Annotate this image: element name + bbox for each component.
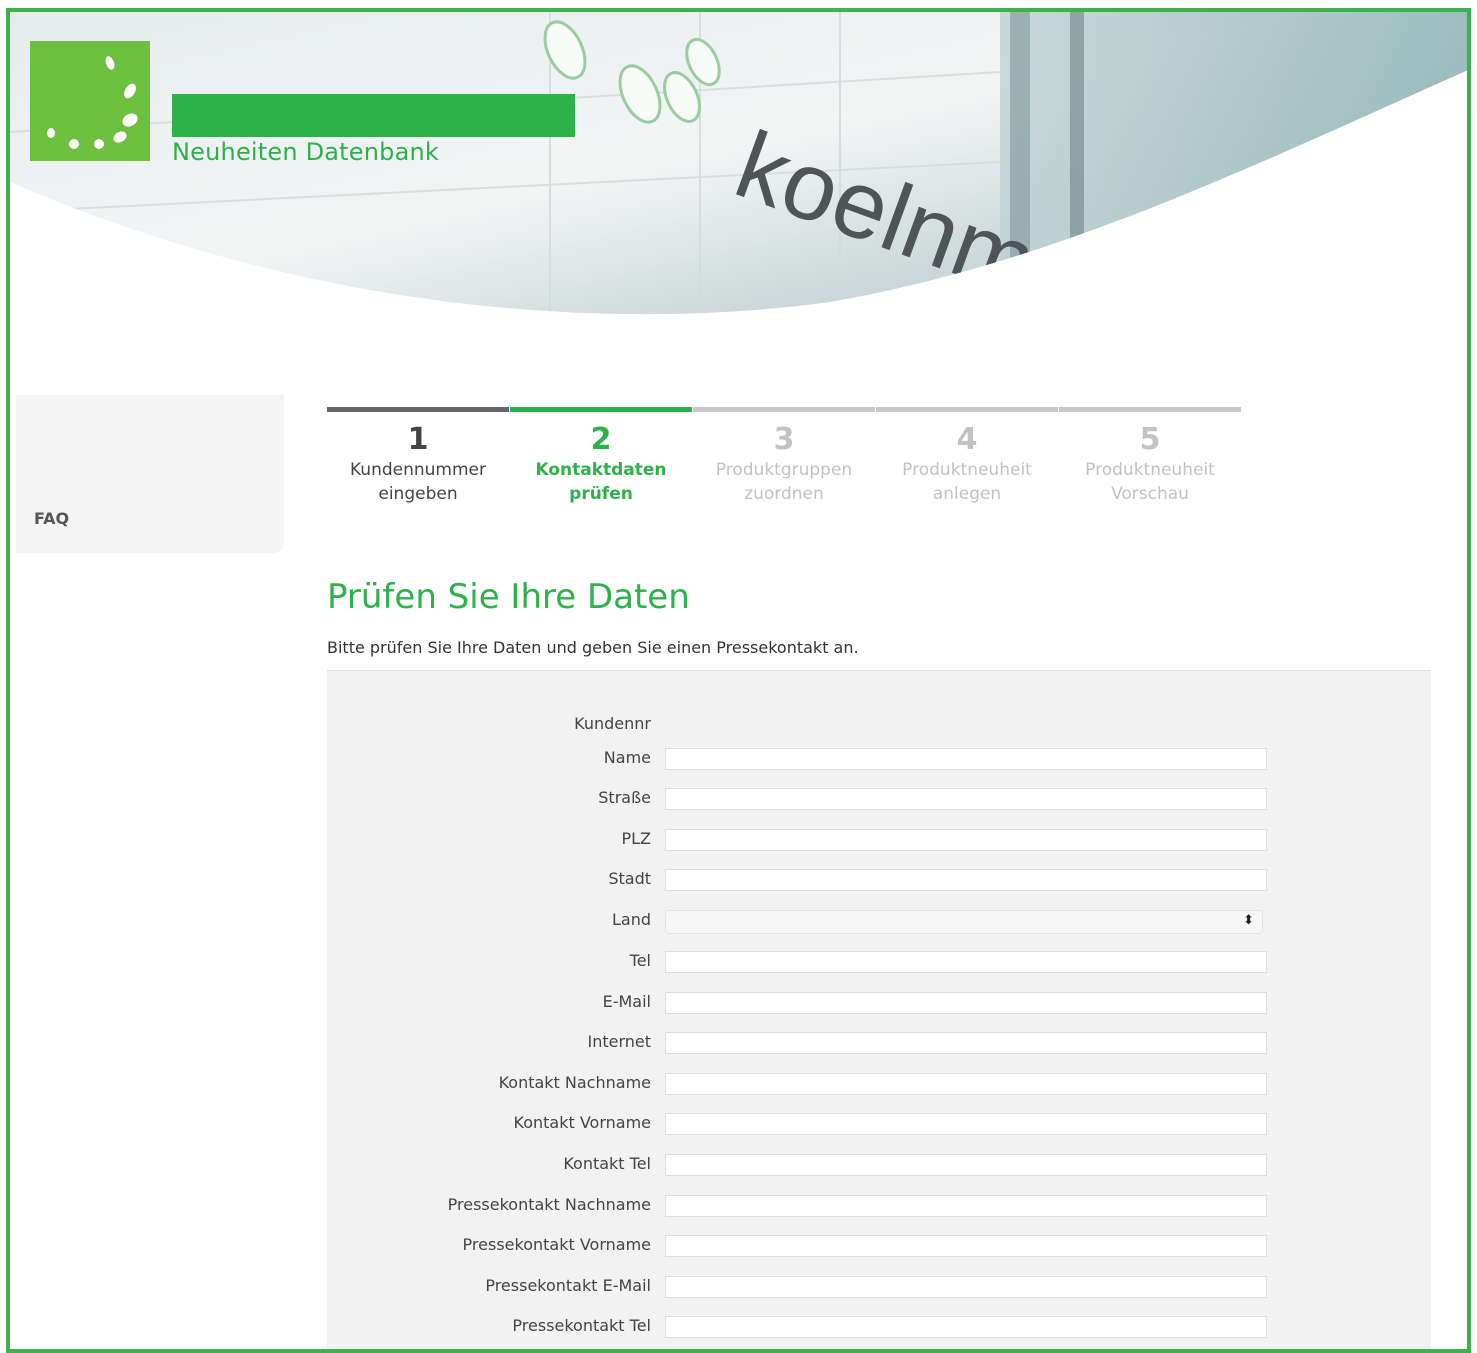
step-label-line1: Kundennummer <box>350 460 486 480</box>
header-photo: koelnmesse <box>10 12 1467 315</box>
step-3: 3 Produktgruppen zuordnen <box>693 407 875 506</box>
step-label-line2: Vorschau <box>1111 484 1189 504</box>
step-number: 3 <box>773 422 795 457</box>
name-label: Name <box>603 748 651 767</box>
site-subtitle: Neuheiten Datenbank <box>172 138 440 166</box>
kundennr-label: Kundennr <box>574 714 651 733</box>
step-1: 1 Kundennummer eingeben <box>327 407 509 506</box>
step-number: 5 <box>1139 422 1161 457</box>
land-select[interactable]: ⬍ <box>665 910 1263 934</box>
land-label: Land <box>611 910 651 929</box>
pressekontakt-tel-input[interactable] <box>665 1316 1267 1338</box>
step-label-line1: Produktneuheit <box>1085 460 1215 480</box>
kontakt-nachname-label: Kontakt Nachname <box>498 1073 651 1092</box>
kontakt-vorname-label: Kontakt Vorname <box>513 1113 652 1132</box>
plz-label: PLZ <box>621 829 651 848</box>
step-label-line1: Produktneuheit <box>902 460 1032 480</box>
step-number: 4 <box>956 422 978 457</box>
contact-form: Kundennr Name Straße PLZ Stadt Land ⬍ Te… <box>327 670 1431 1349</box>
logo-dots-icon <box>47 56 138 149</box>
stadt-input[interactable] <box>665 869 1267 891</box>
internet-label: Internet <box>587 1032 651 1051</box>
pressekontakt-nachname-label: Pressekontakt Nachname <box>447 1195 651 1214</box>
email-input[interactable] <box>665 992 1267 1014</box>
kontakt-nachname-input[interactable] <box>665 1073 1267 1095</box>
step-label-line1: Kontaktdaten <box>535 460 667 480</box>
sidebar-box <box>16 395 284 553</box>
logo <box>30 41 150 161</box>
pressekontakt-email-label: Pressekontakt E-Mail <box>485 1276 651 1295</box>
pressekontakt-nachname-input[interactable] <box>665 1195 1267 1217</box>
step-label-line2: zuordnen <box>744 484 824 504</box>
stadt-label: Stadt <box>608 869 651 888</box>
kontakt-tel-input[interactable] <box>665 1154 1267 1176</box>
step-progress-bar <box>693 407 875 412</box>
pressekontakt-vorname-label: Pressekontakt Vorname <box>462 1235 651 1254</box>
step-progress-bar <box>876 407 1058 412</box>
step-5: 5 Produktneuheit Vorschau <box>1059 407 1241 506</box>
pressekontakt-tel-label: Pressekontakt Tel <box>512 1316 651 1335</box>
page-intro: Bitte prüfen Sie Ihre Daten und geben Si… <box>327 638 859 657</box>
pressekontakt-vorname-input[interactable] <box>665 1235 1267 1257</box>
faq-link[interactable]: FAQ <box>34 509 69 528</box>
plz-input[interactable] <box>665 829 1267 851</box>
email-label: E-Mail <box>602 992 651 1011</box>
step-2: 2 Kontaktdaten prüfen <box>510 407 692 506</box>
step-progress-bar <box>510 407 692 412</box>
step-progress-bar <box>1059 407 1241 412</box>
header-banner: koelnmesse <box>10 12 1467 342</box>
strasse-label: Straße <box>598 788 651 807</box>
strasse-input[interactable] <box>665 788 1267 810</box>
step-number: 1 <box>407 422 429 457</box>
kontakt-vorname-input[interactable] <box>665 1113 1267 1135</box>
page-frame: koelnmesse Neuheiten Datenbank FAQ 1 Kun… <box>6 8 1471 1353</box>
step-label-line2: eingeben <box>378 484 458 504</box>
step-label-line2: anlegen <box>932 484 1002 504</box>
step-4: 4 Produktneuheit anlegen <box>876 407 1058 506</box>
title-bar <box>172 94 575 137</box>
step-number: 2 <box>590 422 612 457</box>
internet-input[interactable] <box>665 1032 1267 1054</box>
step-label-line1: Produktgruppen <box>715 460 853 480</box>
select-updown-icon: ⬍ <box>1243 913 1254 928</box>
tel-input[interactable] <box>665 951 1267 973</box>
step-progress-bar <box>327 407 509 412</box>
name-input[interactable] <box>665 748 1267 770</box>
kontakt-tel-label: Kontakt Tel <box>563 1154 651 1173</box>
step-label-line2: prüfen <box>569 484 633 504</box>
page-title: Prüfen Sie Ihre Daten <box>327 577 690 617</box>
tel-label: Tel <box>629 951 651 970</box>
pressekontakt-email-input[interactable] <box>665 1276 1267 1298</box>
